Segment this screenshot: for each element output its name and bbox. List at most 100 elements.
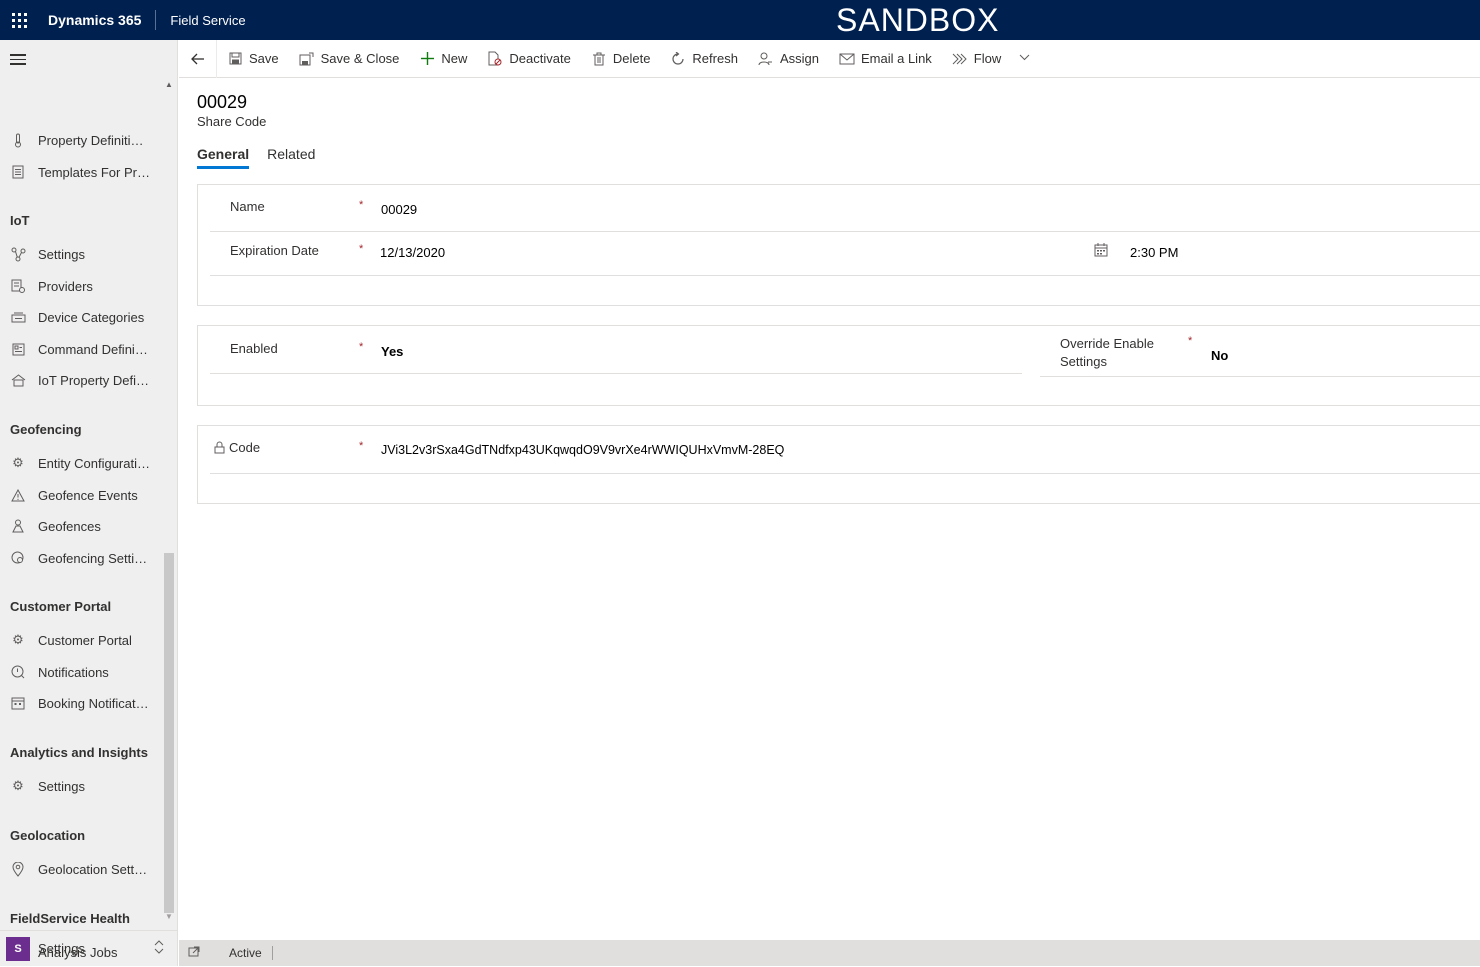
expiration-date-input[interactable]: 12/13/2020 [380, 245, 445, 260]
gear-icon: ⚙ [12, 455, 24, 470]
sidebar-item-label: Geolocation Settings [38, 861, 150, 877]
form-tabs: General Related [197, 146, 333, 169]
save-label: Save [249, 51, 279, 66]
deactivate-button[interactable]: Deactivate [477, 40, 580, 78]
sidebar-item-geofencing-settings[interactable]: Geofencing Settings [0, 543, 162, 573]
field-enabled: Enabled * Yes [210, 326, 1022, 374]
sidebar-scrollbar[interactable] [164, 553, 174, 913]
sidebar-item-label: Geofencing Settings [38, 550, 150, 566]
field-label-override: Override Enable Settings [1060, 335, 1154, 371]
record-entity-name: Share Code [197, 114, 267, 129]
sidebar-item-iot-property-definitions[interactable]: IoT Property Definitions [0, 365, 162, 395]
enabled-toggle[interactable]: Yes [381, 344, 403, 359]
sidebar-item-label: Settings [38, 246, 85, 262]
warning-icon [10, 487, 26, 503]
geo-gear-icon [10, 550, 26, 566]
scroll-up-icon[interactable]: ▲ [165, 80, 173, 89]
sidebar-item-device-categories[interactable]: Device Categories [0, 302, 162, 332]
save-close-icon [299, 51, 315, 67]
tab-general[interactable]: General [197, 146, 250, 169]
gear-icon: ⚙ [12, 632, 24, 647]
required-indicator: * [359, 199, 364, 211]
sidebar-item-label: Entity Configurations [38, 455, 150, 471]
calendar-icon [10, 695, 26, 711]
iot-settings-icon [10, 246, 26, 262]
area-badge: S [6, 936, 30, 961]
tab-related[interactable]: Related [267, 146, 315, 169]
field-label-override-line2: Settings [1060, 354, 1107, 369]
sidebar-item-templates[interactable]: Templates For Properties [0, 157, 162, 187]
area-switcher[interactable]: S Settings [0, 930, 178, 966]
hamburger-menu-button[interactable] [10, 54, 26, 68]
more-commands-button[interactable] [1011, 53, 1038, 64]
sidebar-item-label: Customer Portal [38, 632, 132, 648]
field-name: Name * 00029 [210, 185, 1480, 232]
thermometer-icon [10, 132, 26, 148]
sidebar-item-geolocation-settings[interactable]: Geolocation Settings [0, 854, 162, 884]
expiration-time-input[interactable]: 2:30 PM [1130, 245, 1178, 260]
providers-icon [10, 278, 26, 294]
refresh-button[interactable]: Refresh [660, 40, 748, 78]
email-link-button[interactable]: Email a Link [829, 40, 942, 78]
scroll-down-icon[interactable]: ▼ [165, 912, 173, 921]
code-value: JVi3L2v3rSxa4GdTNdfxp43UKqwqdO9V9vrXe4rW… [381, 443, 785, 457]
back-button[interactable] [179, 39, 217, 78]
environment-banner: SANDBOX [836, 2, 1000, 38]
gear-icon: ⚙ [12, 778, 24, 793]
sidebar-item-property-definitions[interactable]: Property Definitions [0, 125, 162, 155]
sidebar-item-label: Geofences [38, 518, 101, 534]
iot-property-icon [10, 372, 26, 388]
delete-label: Delete [612, 51, 651, 66]
sidebar-item-notifications[interactable]: Notifications [0, 657, 162, 687]
location-pin-icon [10, 861, 26, 877]
required-indicator: * [359, 243, 364, 255]
notification-icon [10, 664, 26, 680]
sidebar-item-label: Device Categories [38, 309, 145, 325]
group-header-geofencing: Geofencing [10, 422, 82, 437]
sidebar-item-booking-notifications[interactable]: Booking Notifications [0, 688, 162, 718]
brand-link[interactable]: Dynamics 365 [38, 12, 155, 28]
delete-button[interactable]: Delete [581, 40, 661, 78]
section-general: Name * 00029 Expiration Date * 12/13/202… [197, 184, 1480, 306]
name-input[interactable]: 00029 [381, 202, 417, 217]
override-toggle[interactable]: No [1211, 348, 1228, 363]
group-header-analytics: Analytics and Insights [10, 745, 148, 760]
sidebar-item-label: Templates For Properties [38, 164, 150, 180]
field-expiration-date: Expiration Date * 12/13/2020 2:30 PM [210, 232, 1480, 276]
sidebar-item-label: Booking Notifications [38, 695, 150, 711]
app-name[interactable]: Field Service [156, 13, 245, 28]
chevron-up-down-icon [154, 940, 164, 957]
new-label: New [441, 51, 468, 66]
save-close-button[interactable]: Save & Close [289, 40, 410, 78]
field-override-enable-settings: Override Enable Settings * No [1040, 326, 1480, 377]
sidebar-item-label: Notifications [38, 664, 109, 680]
sidebar-item-geofence-events[interactable]: Geofence Events [0, 480, 162, 510]
new-button[interactable]: New [409, 40, 477, 78]
device-categories-icon [10, 309, 26, 325]
sidebar-item-command-definitions[interactable]: Command Definitions [0, 334, 162, 364]
deactivate-label: Deactivate [509, 51, 571, 66]
waffle-icon [11, 12, 27, 28]
assign-button[interactable]: Assign [748, 40, 829, 78]
sidebar-item-entity-configurations[interactable]: ⚙ Entity Configurations [0, 448, 162, 478]
required-indicator: * [359, 440, 364, 452]
field-label-enabled: Enabled [230, 341, 278, 356]
field-label-code: Code [214, 440, 260, 455]
section-settings: Enabled * Yes Override Enable Settings *… [197, 325, 1480, 406]
flow-button[interactable]: Flow [942, 40, 1011, 78]
save-button[interactable]: Save [217, 40, 289, 78]
open-in-new-window-icon[interactable] [181, 946, 207, 960]
sidebar-item-providers[interactable]: Providers [0, 271, 162, 301]
app-launcher-button[interactable] [0, 0, 38, 40]
sidebar-item-customer-portal[interactable]: ⚙ Customer Portal [0, 625, 162, 655]
sidebar-item-label: Providers [38, 278, 93, 294]
calendar-icon[interactable] [1094, 243, 1108, 260]
group-header-iot: IoT [10, 213, 30, 228]
sidebar-item-analytics-settings[interactable]: ⚙ Settings [0, 771, 162, 801]
sidebar-item-geofences[interactable]: Geofences [0, 511, 162, 541]
lock-icon [214, 441, 225, 454]
sidebar-item-iot-settings[interactable]: Settings [0, 239, 162, 269]
required-indicator: * [359, 341, 364, 353]
trash-icon [591, 51, 607, 67]
save-icon [227, 51, 243, 67]
